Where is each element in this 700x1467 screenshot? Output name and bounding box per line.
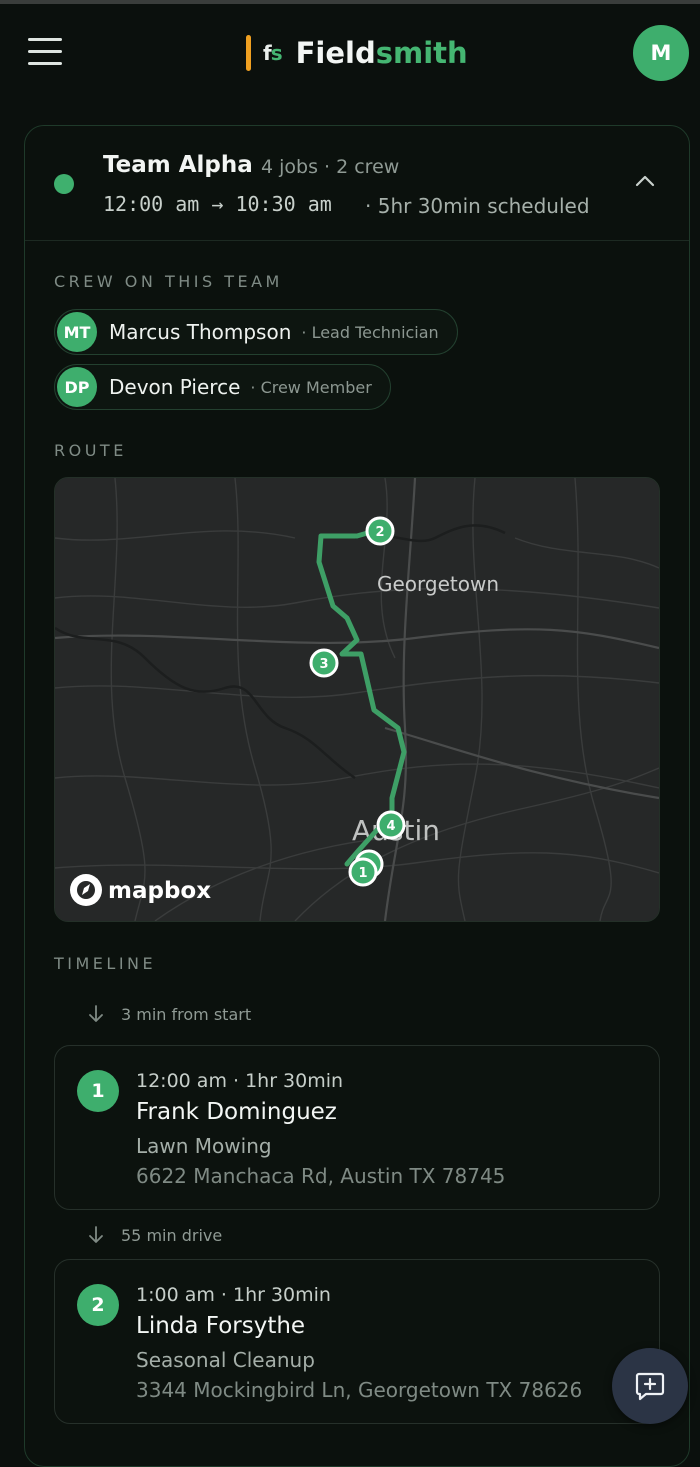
crew-section-label: CREW ON THIS TEAM: [54, 272, 283, 291]
route-map[interactable]: Georgetown Austin 1 2 3 4: [54, 477, 660, 922]
crew-avatar: MT: [57, 312, 97, 352]
timeline-section-label: TIMELINE: [54, 954, 157, 973]
menu-line: [28, 38, 62, 41]
menu-line: [28, 62, 62, 65]
job-client: Linda Forsythe: [136, 1313, 306, 1339]
delta-text: 3 min from start: [121, 1004, 252, 1024]
add-message-icon: [635, 1372, 665, 1401]
job-address: 3344 Mockingbird Ln, Georgetown TX 78626: [136, 1378, 583, 1402]
team-name: Team Alpha: [103, 152, 253, 178]
mapbox-attribution: mapbox: [108, 878, 211, 904]
crew-chip-devon[interactable]: DP Devon Pierce · Crew Member: [54, 364, 391, 410]
crew-avatar: DP: [57, 367, 97, 407]
timeline-delta-start: 3 min from start: [87, 1004, 251, 1024]
job-service: Lawn Mowing: [136, 1134, 272, 1158]
map-stop-4-label: 4: [386, 819, 395, 834]
brand-mark-s: s: [270, 41, 283, 65]
team-header[interactable]: Team Alpha 4 jobs · 2 crew 12:00 am → 10…: [25, 126, 689, 241]
team-meta: 4 jobs · 2 crew: [261, 156, 400, 178]
job-card-2[interactable]: 2 1:00 am · 1hr 30min Linda Forsythe Sea…: [54, 1259, 660, 1424]
crew-chip-marcus[interactable]: MT Marcus Thompson · Lead Technician: [54, 309, 458, 355]
brand-accent-bar: [246, 35, 251, 71]
hamburger-menu-icon[interactable]: [28, 38, 62, 68]
job-number-badge: 2: [77, 1284, 119, 1326]
brand-mark: fs: [263, 41, 283, 65]
new-message-button[interactable]: [612, 1348, 688, 1424]
job-address: 6622 Manchaca Rd, Austin TX 78745: [136, 1164, 506, 1188]
crew-role: · Crew Member: [250, 377, 372, 397]
map-label-georgetown: Georgetown: [377, 572, 499, 596]
delta-text: 55 min drive: [121, 1225, 223, 1245]
brand-logo[interactable]: fs Fieldsmith: [246, 34, 468, 72]
job-service: Seasonal Cleanup: [136, 1348, 315, 1372]
map-stop-2-label: 2: [375, 525, 384, 540]
mapbox-logo[interactable]: mapbox: [70, 874, 211, 906]
job-time: 12:00 am · 1hr 30min: [136, 1070, 344, 1092]
map-stop-3[interactable]: 3: [309, 648, 339, 678]
team-card: Team Alpha 4 jobs · 2 crew 12:00 am → 10…: [24, 125, 690, 1467]
job-number-badge: 1: [77, 1070, 119, 1112]
job-time: 1:00 am · 1hr 30min: [136, 1284, 331, 1306]
map-stop-4[interactable]: 4: [376, 810, 406, 840]
brand-mark-f: f: [263, 41, 272, 65]
brand-name: Fieldsmith: [296, 36, 468, 70]
team-status-dot: [54, 174, 74, 194]
crew-role: · Lead Technician: [301, 322, 439, 342]
timeline-delta-drive: 55 min drive: [87, 1225, 222, 1245]
brand-name-smith: smith: [375, 36, 468, 70]
map-stop-3-label: 3: [319, 657, 328, 672]
map-stop-1-label: 1: [358, 866, 367, 881]
brand-name-field: Field: [295, 36, 376, 70]
route-section-label: ROUTE: [54, 441, 127, 460]
job-client: Frank Dominguez: [136, 1099, 337, 1125]
menu-line: [28, 50, 62, 53]
job-card-1[interactable]: 1 12:00 am · 1hr 30min Frank Dominguez L…: [54, 1045, 660, 1210]
user-avatar[interactable]: M: [633, 25, 689, 81]
arrow-down-icon: [89, 1005, 103, 1022]
chevron-up-icon[interactable]: [630, 166, 660, 196]
route-map-canvas: Georgetown Austin 1 2 3 4: [55, 478, 659, 921]
arrow-down-icon: [89, 1226, 103, 1243]
crew-name: Devon Pierce: [109, 375, 241, 399]
team-time-range: 12:00 am → 10:30 am: [103, 192, 332, 216]
crew-name: Marcus Thompson: [109, 320, 292, 344]
map-stop-2[interactable]: 2: [365, 516, 395, 546]
team-scheduled-duration: · 5hr 30min scheduled: [365, 194, 590, 218]
top-edge: [0, 0, 700, 4]
